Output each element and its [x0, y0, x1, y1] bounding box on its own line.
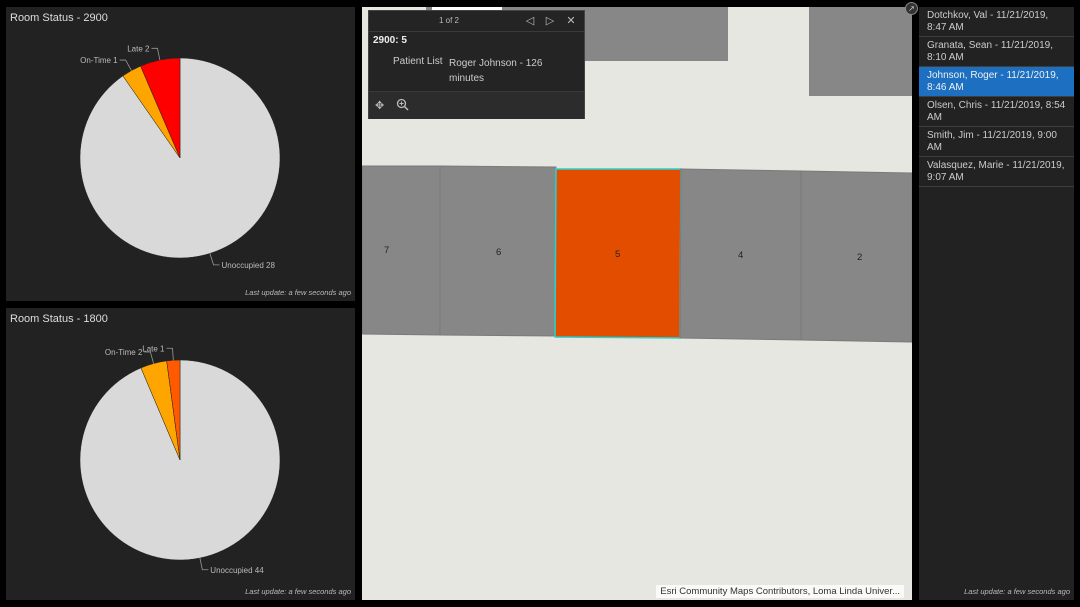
room-status-2900-panel: Room Status - 2900 Unoccupied 28 On-Time …	[6, 7, 355, 301]
pie-label: Late 1	[142, 344, 165, 353]
pie-label: Unoccupied 28	[222, 261, 276, 270]
popup-title: 2900: 5	[373, 35, 407, 46]
room-label-5: 5	[615, 249, 620, 260]
room-status-1800-panel: Room Status - 1800 Unoccupied 44 On-Time …	[6, 308, 355, 600]
last-update-text: Last update: a few seconds ago	[245, 288, 351, 297]
room-label-4: 4	[738, 250, 743, 261]
leader-line	[119, 59, 132, 71]
pie-chart: Unoccupied 44 On-Time 2 Late 1	[79, 344, 281, 575]
previous-arrow-icon[interactable]: ◁	[522, 14, 538, 28]
pie-chart: Unoccupied 28 On-Time 1 Late 2	[79, 44, 281, 270]
feature-popup: 1 of 2 ◁ ▷ ✕ 2900: 5 Patient List Roger …	[368, 10, 585, 119]
popup-field-value: Roger Johnson - 126 minutes	[449, 58, 543, 84]
list-item[interactable]: Johnson, Roger - 11/21/2019, 8:46 AM	[919, 67, 1074, 97]
list-item[interactable]: Smith, Jim - 11/21/2019, 9:00 AM	[919, 127, 1074, 157]
patient-list-panel: Dotchkov, Val - 11/21/2019, 8:47 AM Grana…	[919, 7, 1074, 600]
popup-pager: 1 of 2	[438, 16, 459, 25]
list-item[interactable]: Olsen, Chris - 11/21/2019, 8:54 AM	[919, 97, 1074, 127]
last-update-text: Last update: a few seconds ago	[964, 587, 1070, 596]
leader-line	[151, 47, 161, 61]
pie-label: Late 2	[127, 44, 150, 53]
pie-label: On-Time 2	[105, 348, 143, 357]
patient-list: Dotchkov, Val - 11/21/2019, 8:47 AM Grana…	[919, 7, 1074, 187]
list-item[interactable]: Dotchkov, Val - 11/21/2019, 8:47 AM	[919, 7, 1074, 37]
room-label-7: 7	[384, 245, 389, 256]
leader-line	[199, 557, 209, 571]
list-item[interactable]: Valasquez, Marie - 11/21/2019, 9:07 AM	[919, 157, 1074, 187]
last-update-text: Last update: a few seconds ago	[245, 587, 351, 596]
room-label-6: 6	[496, 247, 501, 258]
zoom-to-icon[interactable]	[396, 98, 409, 116]
pan-icon[interactable]: ✥	[375, 99, 384, 112]
popup-actions: ✥	[369, 91, 584, 119]
pie-label: Unoccupied 44	[210, 566, 264, 575]
popup-field-label: Patient List	[393, 56, 443, 67]
next-arrow-icon[interactable]: ▷	[542, 14, 558, 28]
map-block-top-right	[809, 7, 912, 96]
popup-header: 1 of 2 ◁ ▷ ✕	[369, 11, 584, 32]
list-item[interactable]: Granata, Sean - 11/21/2019, 8:10 AM	[919, 37, 1074, 67]
room-7[interactable]	[362, 165, 441, 336]
room-label-2: 2	[857, 252, 862, 263]
close-icon[interactable]: ✕	[563, 14, 579, 28]
pie-label: On-Time 1	[80, 56, 118, 65]
leader-line	[209, 253, 220, 266]
map-attribution[interactable]: Esri Community Maps Contributors, Loma L…	[656, 585, 904, 598]
expand-icon[interactable]: ↗	[905, 2, 918, 15]
leader-line	[144, 351, 154, 364]
leader-line	[166, 347, 174, 361]
